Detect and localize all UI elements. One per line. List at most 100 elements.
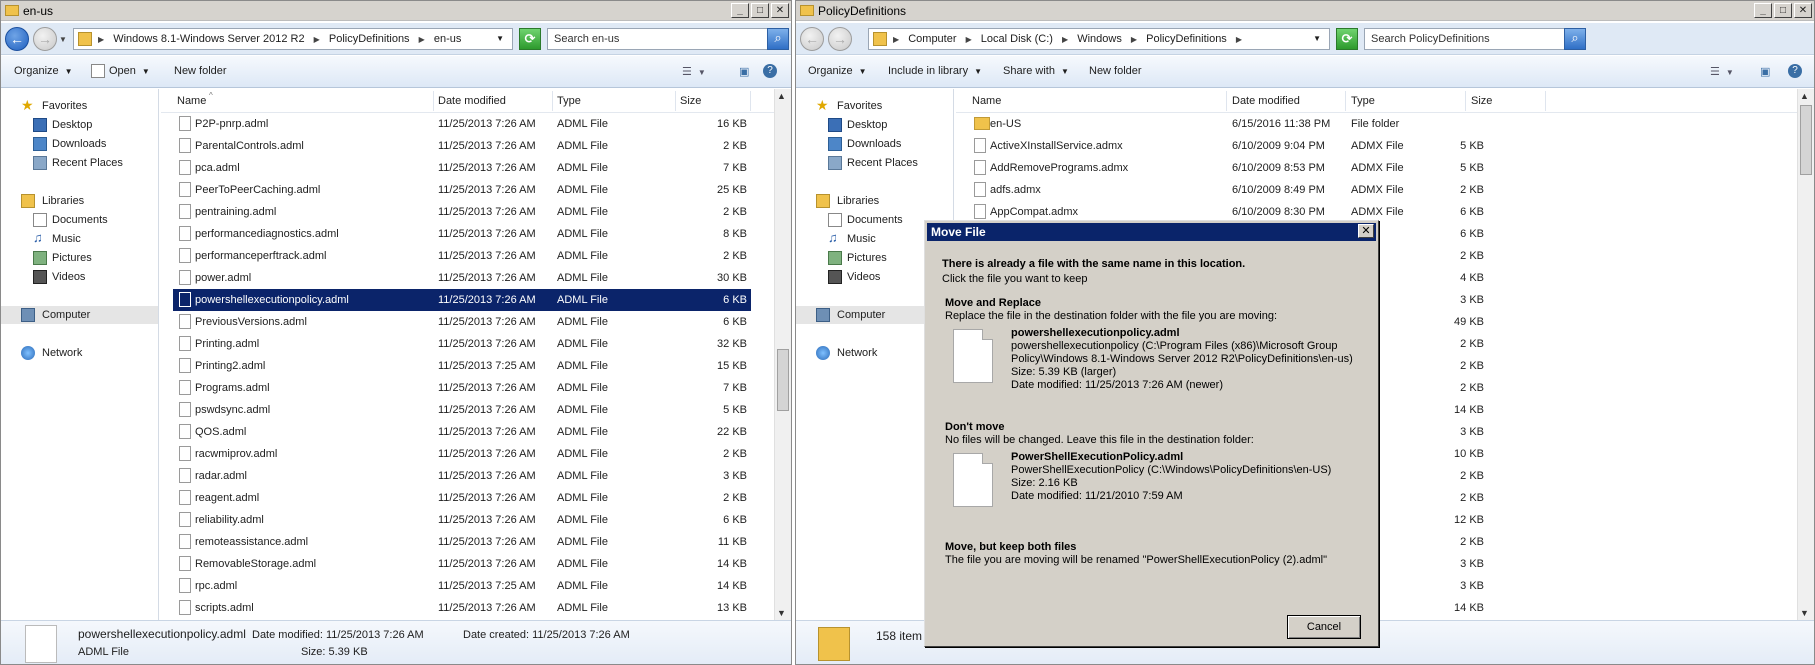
address-dropdown[interactable]: ▼ [496,34,504,43]
table-row[interactable]: reagent.adml 11/25/2013 7:26 AM ADML File 2… [173,487,751,509]
table-row[interactable]: power.adml 11/25/2013 7:26 AM ADML File 30 … [173,267,751,289]
table-row[interactable]: performancediagnostics.adml 11/25/2013 7:… [173,223,751,245]
help-icon[interactable]: ? [1788,64,1802,78]
nav-downloads[interactable]: Downloads [1,135,158,153]
maximize-button[interactable]: □ [1774,3,1792,18]
breadcrumb-item[interactable]: Computer [908,33,956,45]
organize-button[interactable]: Organize ▼ [808,65,867,77]
search-input[interactable]: Search en-us ⌕ [547,28,789,50]
nav-downloads[interactable]: Downloads [796,135,953,153]
nav-desktop[interactable]: Desktop [1,116,158,134]
table-row[interactable]: ActiveXInstallService.admx 6/10/2009 9:04… [968,135,1558,157]
new-folder-button[interactable]: New folder [174,65,227,77]
address-dropdown[interactable]: ▼ [1313,34,1321,43]
table-row[interactable]: Printing.adml 11/25/2013 7:26 AM ADML File… [173,333,751,355]
table-row[interactable]: PeerToPeerCaching.adml 11/25/2013 7:26 AM… [173,179,751,201]
open-button[interactable]: Open ▼ [109,65,150,77]
table-row[interactable]: racwmiprov.adml 11/25/2013 7:26 AM ADML Fi… [173,443,751,465]
breadcrumb-item[interactable]: PolicyDefinitions [329,33,410,45]
recent-pages-dropdown[interactable]: ▼ [59,35,67,44]
scrollbar-thumb[interactable] [777,349,789,411]
column-header-date[interactable]: Date modified [438,95,506,107]
table-row[interactable]: radar.adml 11/25/2013 7:26 AM ADML File 3 K… [173,465,751,487]
nav-videos[interactable]: Videos [1,268,158,286]
table-row[interactable]: performanceperftrack.adml 11/25/2013 7:26… [173,245,751,267]
nav-libraries[interactable]: Libraries [796,192,953,210]
nav-recent-places[interactable]: Recent Places [1,154,158,172]
column-header-size[interactable]: Size [680,95,701,107]
close-button[interactable]: ✕ [771,3,789,18]
search-icon[interactable]: ⌕ [767,28,789,50]
table-row[interactable]: en-US 6/15/2016 11:38 PM File folder [968,113,1558,135]
back-arrow-icon[interactable]: ← [800,27,824,51]
nav-documents[interactable]: Documents [1,211,158,229]
table-row[interactable]: PreviousVersions.adml 11/25/2013 7:26 AM A… [173,311,751,333]
minimize-button[interactable]: _ [1754,3,1772,18]
nav-computer[interactable]: Computer [1,306,158,324]
nav-pictures[interactable]: Pictures [1,249,158,267]
keep-both-option[interactable]: Move, but keep both files The file you a… [939,541,1365,573]
table-row[interactable]: QOS.adml 11/25/2013 7:26 AM ADML File 22 KB [173,421,751,443]
organize-button[interactable]: Organize ▼ [14,65,73,77]
table-row[interactable]: RemovableStorage.adml 11/25/2013 7:26 AM A… [173,553,751,575]
nav-favorites[interactable]: ★ Favorites [1,97,158,115]
minimize-button[interactable]: _ [731,3,749,18]
table-row[interactable]: AddRemovePrograms.admx 6/10/2009 8:53 PM A… [968,157,1558,179]
cancel-button[interactable]: Cancel [1287,615,1361,639]
table-row[interactable]: P2P-pnrp.adml 11/25/2013 7:26 AM ADML File… [173,113,751,135]
breadcrumb-item[interactable]: Windows [1077,33,1122,45]
table-row[interactable]: adfs.admx 6/10/2009 8:49 PM ADMX File 2 KB [968,179,1558,201]
table-row[interactable]: reliability.adml 11/25/2013 7:26 AM ADML F… [173,509,751,531]
address-bar[interactable]: ▶ Windows 8.1-Windows Server 2012 R2 ▶ P… [73,28,513,50]
nav-recent-places[interactable]: Recent Places [796,154,953,172]
share-with-button[interactable]: Share with ▼ [1003,65,1069,77]
title-bar[interactable]: en-us _ □ ✕ [1,1,791,21]
column-header-date[interactable]: Date modified [1232,95,1300,107]
breadcrumb-item[interactable]: PolicyDefinitions [1146,33,1227,45]
preview-pane-icon[interactable]: ▣ [739,65,749,78]
dont-move-option[interactable]: Don't move No files will be changed. Lea… [939,421,1365,511]
back-arrow-icon[interactable]: ← [5,27,29,51]
include-in-library-button[interactable]: Include in library ▼ [888,65,982,77]
dialog-title-bar[interactable]: Move File ✕ [927,223,1376,241]
address-bar[interactable]: ▶ Computer ▶ Local Disk (C:) ▶ Windows ▶… [868,28,1330,50]
forward-arrow-icon[interactable]: → [828,27,852,51]
nav-libraries[interactable]: Libraries [1,192,158,210]
nav-network[interactable]: Network [1,344,158,362]
search-icon[interactable]: ⌕ [1564,28,1586,50]
move-and-replace-option[interactable]: Move and Replace Replace the file in the… [939,297,1365,402]
refresh-icon[interactable]: ⟳ [519,28,541,50]
table-row[interactable]: pentraining.adml 11/25/2013 7:26 AM ADML F… [173,201,751,223]
views-icon[interactable]: ☰ ▼ [1710,65,1734,78]
column-header-type[interactable]: Type [1351,95,1375,107]
nav-desktop[interactable]: Desktop [796,116,953,134]
new-folder-button[interactable]: New folder [1089,65,1142,77]
table-row[interactable]: Printing2.adml 11/25/2013 7:25 AM ADML Fil… [173,355,751,377]
breadcrumb-item[interactable]: Windows 8.1-Windows Server 2012 R2 [113,33,304,45]
vertical-scrollbar[interactable]: ▲ ▼ [1797,89,1814,620]
help-icon[interactable]: ? [763,64,777,78]
forward-arrow-icon[interactable]: → [33,27,57,51]
column-header-size[interactable]: Size [1471,95,1492,107]
column-header-type[interactable]: Type [557,95,581,107]
table-row[interactable]: remoteassistance.adml 11/25/2013 7:26 AM A… [173,531,751,553]
column-header-name[interactable]: Name [177,95,206,107]
search-input[interactable]: Search PolicyDefinitions ⌕ [1364,28,1586,50]
close-icon[interactable]: ✕ [1358,224,1374,238]
scrollbar-thumb[interactable] [1800,105,1812,175]
preview-pane-icon[interactable]: ▣ [1760,65,1770,78]
table-row[interactable]: ParentalControls.adml 11/25/2013 7:26 AM A… [173,135,751,157]
nav-favorites[interactable]: ★ Favorites [796,97,953,115]
table-row[interactable]: scripts.adml 11/25/2013 7:26 AM ADML File 1… [173,597,751,619]
title-bar[interactable]: PolicyDefinitions _ □ ✕ [796,1,1814,21]
table-row[interactable]: pswdsync.adml 11/25/2013 7:26 AM ADML File… [173,399,751,421]
table-row[interactable]: Programs.adml 11/25/2013 7:26 AM ADML File… [173,377,751,399]
breadcrumb-item[interactable]: Local Disk (C:) [981,33,1053,45]
close-button[interactable]: ✕ [1794,3,1812,18]
table-row[interactable]: pca.adml 11/25/2013 7:26 AM ADML File 7 KB [173,157,751,179]
refresh-icon[interactable]: ⟳ [1336,28,1358,50]
views-icon[interactable]: ☰ ▼ [682,65,706,78]
breadcrumb-item[interactable]: en-us [434,33,462,45]
maximize-button[interactable]: □ [751,3,769,18]
vertical-scrollbar[interactable]: ▲ ▼ [774,89,791,620]
